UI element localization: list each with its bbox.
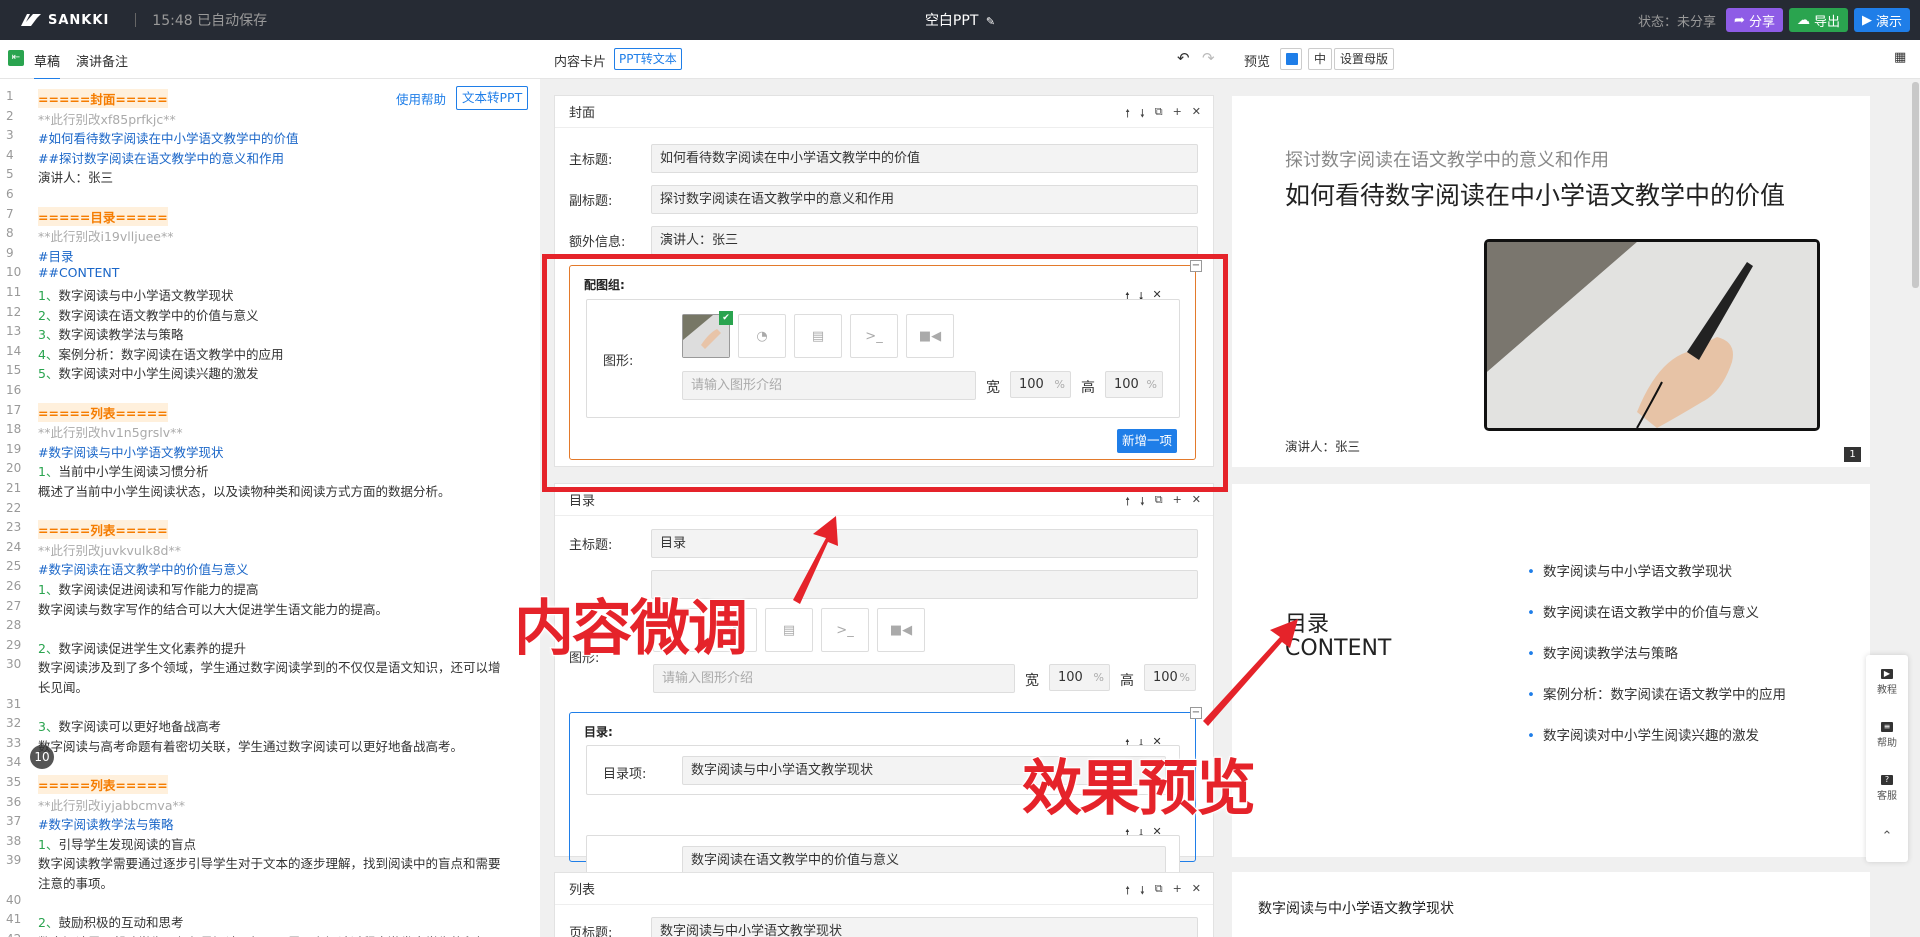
preview-caption: 效果预览 <box>1021 753 1257 825</box>
arrow-to-cards <box>793 516 838 604</box>
fine-tune-caption: 内容微调 <box>513 593 749 665</box>
app-root: SANKKI 15:48 已自动保存 空白PPT ✎ 状态：未分享 ➦ 分享 ☁ 导… <box>0 0 1920 937</box>
arrow-to-preview <box>1203 619 1298 726</box>
annotation-arrows <box>793 516 1298 726</box>
